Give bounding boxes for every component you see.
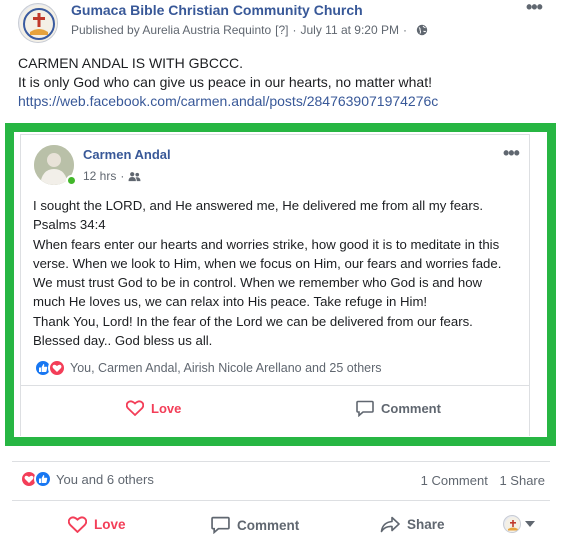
post-text: CARMEN ANDAL IS WITH GBCCC. It is only G…	[18, 54, 548, 111]
shared-author-name[interactable]: Carmen Andal	[83, 147, 171, 162]
meta-separator: ·	[120, 169, 125, 183]
post-date[interactable]: July 11 at 9:20 PM	[300, 23, 399, 37]
love-button[interactable]: Love	[68, 516, 126, 533]
globe-icon[interactable]	[416, 24, 428, 36]
post-as-selector[interactable]	[503, 515, 535, 533]
share-button[interactable]: Share	[380, 516, 445, 533]
shared-post-time[interactable]: 12 hrs	[83, 169, 116, 183]
more-options-icon[interactable]: •••	[526, 0, 543, 16]
page-avatar[interactable]	[18, 3, 58, 43]
comment-icon	[356, 400, 374, 417]
post-text-line: CARMEN ANDAL IS WITH GBCCC.	[18, 55, 244, 71]
church-logo-icon	[505, 517, 520, 532]
shared-text-line: I sought the LORD, and He answered me, H…	[33, 198, 484, 213]
shared-love-button[interactable]: Love	[126, 400, 181, 416]
post-header: Gumaca Bible Christian Community Church …	[0, 0, 562, 46]
shared-more-options-icon[interactable]: •••	[503, 144, 520, 162]
comment-button[interactable]: Comment	[211, 516, 299, 534]
meta-separator: ·	[292, 23, 297, 37]
post-meta: Published by Aurelia Austria Requinto [?…	[71, 23, 428, 37]
shared-reactions-text[interactable]: You, Carmen Andal, Airish Nicole Arellan…	[70, 361, 382, 375]
shared-post-text: I sought the LORD, and He answered me, H…	[33, 196, 523, 350]
shared-text-line: Blessed day.. God bless us all.	[33, 333, 213, 349]
love-icon	[68, 516, 87, 533]
shared-text-line: Psalms 34:4	[33, 217, 106, 233]
share-icon	[380, 516, 400, 533]
divider	[12, 500, 550, 501]
post-link[interactable]: https://web.facebook.com/carmen.andal/po…	[18, 92, 548, 111]
comment-label: Comment	[237, 517, 300, 533]
love-icon	[126, 400, 144, 416]
comments-count-link[interactable]: 1 Comment	[421, 473, 488, 488]
post-text-line: It is only God who can give us peace in …	[18, 74, 432, 90]
online-status-badge	[66, 175, 77, 186]
friends-icon[interactable]	[128, 171, 141, 182]
meta-separator: ·	[402, 23, 407, 37]
love-label: Love	[94, 517, 126, 532]
published-by-text[interactable]: Published by Aurelia Austria Requinto	[71, 23, 271, 37]
shared-text-line: Thank You, Lord! In the fear of the Lord…	[33, 313, 473, 329]
post-reactions-summary[interactable]: You and 6 others	[20, 470, 154, 488]
shared-text-line: verse. When we look to Him, when we focu…	[33, 255, 502, 271]
shares-count-link[interactable]: 1 Share	[499, 473, 545, 488]
comment-icon	[211, 516, 230, 534]
post-reactions-text[interactable]: You and 6 others	[56, 472, 154, 487]
shared-reactions-summary[interactable]: You, Carmen Andal, Airish Nicole Arellan…	[34, 359, 382, 377]
share-label: Share	[407, 517, 445, 532]
shared-text-line: much He loves us, we can relax into His …	[33, 294, 428, 310]
love-reaction-icon	[48, 359, 66, 377]
shared-comment-label: Comment	[381, 401, 441, 416]
help-marker[interactable]: [?]	[275, 23, 288, 37]
church-logo-icon	[20, 5, 57, 42]
shared-text-line: We must trust God to be in control. When…	[33, 275, 483, 291]
divider	[21, 385, 529, 386]
page-avatar-small	[503, 515, 521, 533]
chevron-down-icon	[525, 521, 535, 527]
shared-love-label: Love	[151, 400, 182, 416]
page-name-link[interactable]: Gumaca Bible Christian Community Church	[71, 2, 363, 18]
shared-text-line: When fears enter our hearts and worries …	[33, 236, 500, 252]
post-counts: 1 Comment 1 Share	[421, 473, 545, 488]
shared-comment-button[interactable]: Comment	[356, 400, 441, 417]
shared-post-meta: 12 hrs ·	[83, 169, 141, 183]
divider	[12, 461, 550, 462]
like-reaction-icon	[34, 470, 52, 488]
